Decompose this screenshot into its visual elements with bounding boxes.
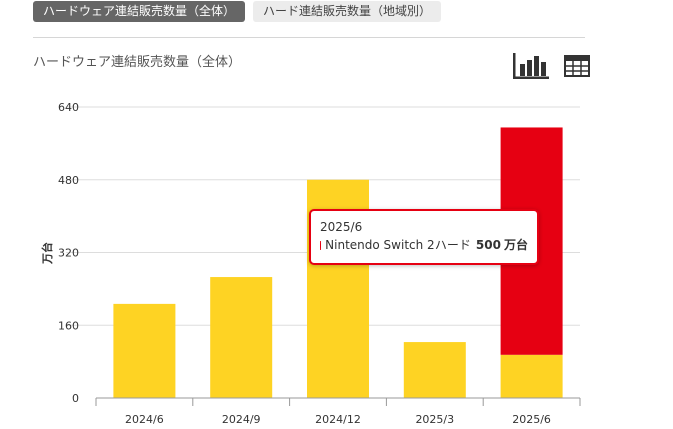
tooltip-row: Nintendo Switch 2 ハード 500 万台 xyxy=(320,237,528,253)
tooltip-unit: 万台 xyxy=(503,238,528,252)
y-tick-label: 640 xyxy=(58,101,79,114)
tooltip-period: 2025/6 xyxy=(320,220,363,234)
tooltip: 2025/6 Nintendo Switch 2 ハード 500 万台 xyxy=(309,209,539,265)
bar-segment-0[interactable] xyxy=(113,303,176,398)
y-tick-label: 480 xyxy=(58,174,79,187)
tooltip-label: ハード xyxy=(434,238,471,252)
y-tick-label: 160 xyxy=(58,319,79,332)
x-tick-label: 2024/12 xyxy=(315,413,361,426)
bar-segment-0[interactable] xyxy=(210,277,273,398)
x-tick-label: 2025/3 xyxy=(415,413,454,426)
bar-segment-0[interactable] xyxy=(403,342,466,398)
x-tick-label: 2025/6 xyxy=(512,413,551,426)
x-tick-label: 2024/9 xyxy=(222,413,261,426)
x-tick-label: 2024/6 xyxy=(125,413,164,426)
bar-segment-0[interactable] xyxy=(500,354,563,398)
tooltip-value: 500 xyxy=(475,238,501,252)
y-axis-label: 万台 xyxy=(40,242,54,265)
y-tick-label: 320 xyxy=(58,247,79,260)
tooltip-series-name: Nintendo Switch 2 xyxy=(325,238,435,252)
y-tick-label: 0 xyxy=(72,392,79,405)
